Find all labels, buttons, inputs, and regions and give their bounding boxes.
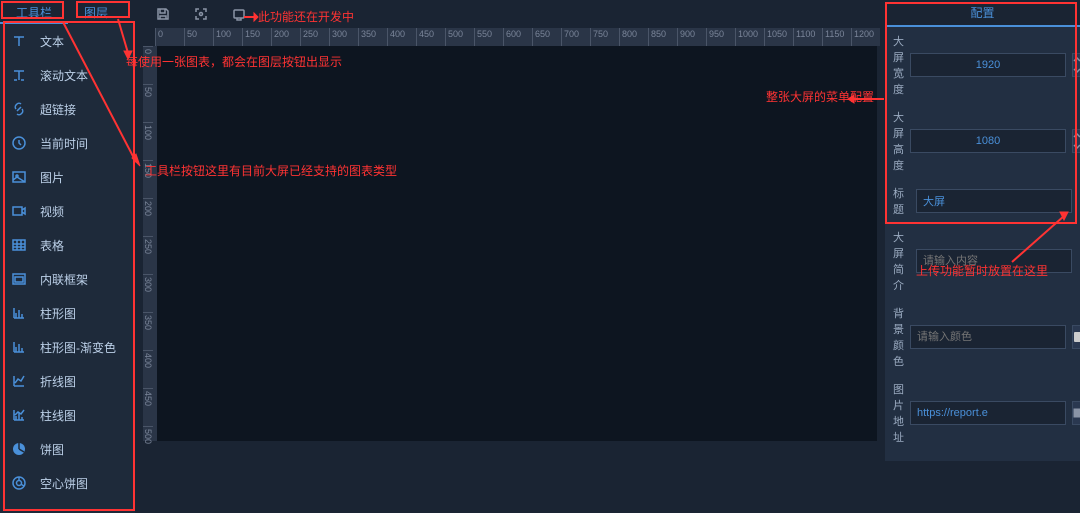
sidebar-item-table[interactable]: 表格 bbox=[0, 228, 135, 262]
save-icon[interactable] bbox=[155, 6, 171, 22]
height-stepper[interactable] bbox=[1072, 129, 1080, 153]
sidebar-item-text[interactable]: 文本 bbox=[0, 24, 135, 58]
text-icon bbox=[10, 32, 28, 50]
intro-label: 大屏简介 bbox=[893, 229, 910, 293]
link-icon bbox=[10, 100, 28, 118]
colorpicker-button[interactable] bbox=[1072, 325, 1080, 349]
donut-icon bbox=[10, 474, 28, 492]
sidebar-item-piechart[interactable]: 饼图 bbox=[0, 432, 135, 466]
annotation-text: 整张大屏的菜单配置 bbox=[766, 88, 874, 105]
width-stepper[interactable] bbox=[1072, 53, 1080, 77]
bar-icon bbox=[10, 304, 28, 322]
focus-icon[interactable] bbox=[193, 6, 209, 22]
tab-layers[interactable]: 图层 bbox=[68, 0, 124, 24]
sidebar-item-hyperlink[interactable]: 超链接 bbox=[0, 92, 135, 126]
export-icon[interactable] bbox=[231, 6, 247, 22]
title-input[interactable] bbox=[916, 189, 1072, 213]
sidebar-item-barchart[interactable]: 柱形图 bbox=[0, 296, 135, 330]
line-icon bbox=[10, 372, 28, 390]
title-label: 标题 bbox=[893, 185, 910, 217]
sidebar-item-image[interactable]: 图片 bbox=[0, 160, 135, 194]
pie-icon bbox=[10, 440, 28, 458]
scrolltext-icon bbox=[10, 66, 28, 84]
sidebar-item-iframe[interactable]: 内联框架 bbox=[0, 262, 135, 296]
sidebar-item-linechart[interactable]: 折线图 bbox=[0, 364, 135, 398]
vertical-ruler: 050100150200250300350400450500 bbox=[143, 46, 157, 441]
tab-toolbar[interactable]: 工具栏 bbox=[0, 0, 68, 24]
sidebar-item-barlinechart[interactable]: 柱线图 bbox=[0, 398, 135, 432]
annotation-text: 此功能还在开发中 bbox=[258, 8, 354, 25]
design-canvas[interactable] bbox=[157, 46, 877, 441]
gradientbar-icon bbox=[10, 338, 28, 356]
iframe-icon bbox=[10, 270, 28, 288]
upload-button[interactable] bbox=[1072, 401, 1080, 425]
sidebar-item-time[interactable]: 当前时间 bbox=[0, 126, 135, 160]
annotation-text: 上传功能暂时放置在这里 bbox=[916, 262, 1048, 279]
sidebar-item-video[interactable]: 视频 bbox=[0, 194, 135, 228]
sidebar-item-gradientbar[interactable]: 柱形图-渐变色 bbox=[0, 330, 135, 364]
config-panel: 配置 大屏宽度 大屏高度 标题 大屏简介 背景颜色 图片地址 bbox=[885, 0, 1080, 461]
sidebar-item-donutchart[interactable]: 空心饼图 bbox=[0, 466, 135, 500]
config-title: 配置 bbox=[885, 0, 1080, 27]
width-label: 大屏宽度 bbox=[893, 33, 904, 97]
height-input[interactable] bbox=[910, 129, 1066, 153]
barline-icon bbox=[10, 406, 28, 424]
imgurl-input[interactable] bbox=[910, 401, 1066, 425]
component-sidebar: 文本 滚动文本 超链接 当前时间 图片 视频 表格 内联框架 柱形图 柱形图-渐… bbox=[0, 24, 135, 513]
imgurl-label: 图片地址 bbox=[893, 381, 904, 445]
bgcolor-input[interactable] bbox=[910, 325, 1066, 349]
height-label: 大屏高度 bbox=[893, 109, 904, 173]
width-input[interactable] bbox=[910, 53, 1066, 77]
horizontal-ruler bbox=[155, 28, 880, 46]
bgcolor-label: 背景颜色 bbox=[893, 305, 904, 369]
canvas-toolbar bbox=[155, 4, 247, 24]
clock-icon bbox=[10, 134, 28, 152]
annotation-text: 每使用一张图表，都会在图层按钮出显示 bbox=[126, 53, 342, 70]
annotation-text: 工具栏按钮这里有目前大屏已经支持的图表类型 bbox=[145, 162, 397, 179]
image-icon bbox=[10, 168, 28, 186]
video-icon bbox=[10, 202, 28, 220]
table-icon bbox=[10, 236, 28, 254]
sidebar-item-scrolltext[interactable]: 滚动文本 bbox=[0, 58, 135, 92]
